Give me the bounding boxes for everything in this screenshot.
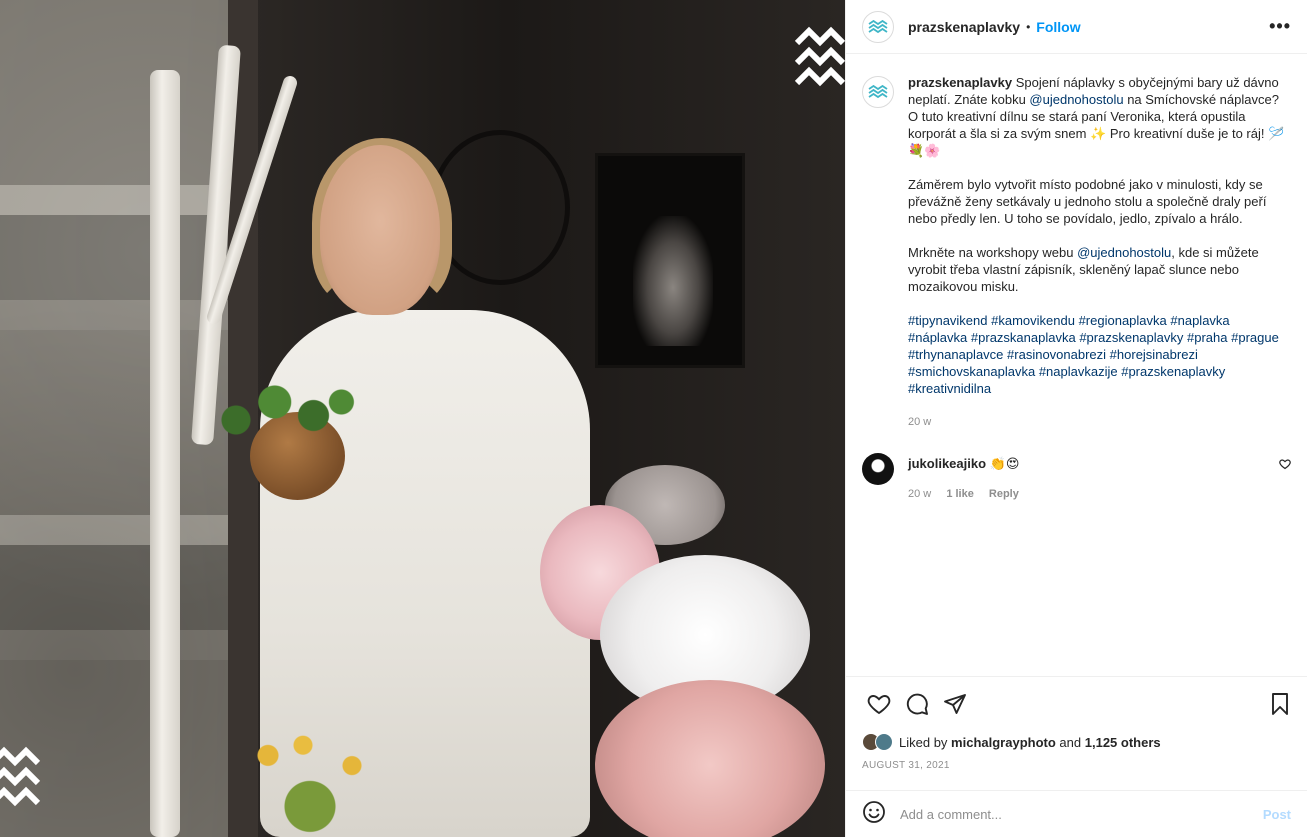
- comment-body: jukolikeajiko 👏😍 20 w 1 like Reply: [908, 453, 1268, 503]
- header-username[interactable]: prazskenaplavky: [908, 19, 1020, 35]
- comment-text: 👏😍: [989, 456, 1020, 471]
- caption-username[interactable]: prazskenaplavky: [908, 75, 1012, 90]
- post-photo[interactable]: [0, 0, 845, 837]
- post-caption: prazskenaplavky Spojení náplavky s obyče…: [908, 74, 1291, 431]
- waves-logo-icon[interactable]: [862, 76, 894, 108]
- hashtag-link[interactable]: #smichovskanaplavka: [908, 364, 1035, 379]
- liker-username[interactable]: michalgrayphoto: [951, 735, 1056, 750]
- caption-text: Mrkněte na workshopy webu: [908, 245, 1078, 260]
- paper-flower: [595, 680, 825, 837]
- liked-prefix: Liked by: [899, 734, 948, 750]
- hashtag-link[interactable]: #prazskanaplavka: [971, 330, 1076, 345]
- mention-link[interactable]: @ujednohostolu: [1029, 92, 1123, 107]
- hashtag-link[interactable]: #prague: [1231, 330, 1279, 345]
- separator-dot: •: [1026, 19, 1031, 34]
- instagram-post: prazskenaplavky • Follow ••• prazskenapl…: [0, 0, 1307, 837]
- liked-conj: and: [1059, 734, 1082, 750]
- follow-button[interactable]: Follow: [1036, 19, 1080, 35]
- post-date[interactable]: AUGUST 31, 2021: [846, 760, 1307, 780]
- hashtag-link[interactable]: #náplavka: [908, 330, 967, 345]
- comment-meta: 20 w 1 like Reply: [908, 486, 1268, 503]
- comment-timestamp[interactable]: 20 w: [908, 488, 931, 500]
- add-comment-bar: Post: [846, 790, 1307, 837]
- post-side-panel: prazskenaplavky • Follow ••• prazskenapl…: [845, 0, 1307, 837]
- hashtag-link[interactable]: #prazskenaplavky: [1121, 364, 1225, 379]
- yellow-flowers: [240, 735, 380, 837]
- birch-branch: [150, 70, 180, 837]
- likes-count[interactable]: 1,125 others: [1085, 735, 1161, 750]
- mention-link[interactable]: @ujednohostolu: [1077, 245, 1171, 260]
- hashtag-link[interactable]: #tipynavikend: [908, 313, 988, 328]
- wave-watermark-icon: [795, 25, 845, 95]
- woman-face: [320, 145, 440, 315]
- liked-by-text: Liked by michalgrayphoto and 1,125 other…: [899, 735, 1161, 750]
- smiley-icon[interactable]: [862, 800, 886, 829]
- liker-avatar[interactable]: [875, 733, 893, 751]
- caption-meta: 20 w: [908, 414, 1291, 431]
- paper-plane-icon[interactable]: [936, 685, 974, 723]
- avatar[interactable]: [862, 453, 894, 485]
- comments-section[interactable]: prazskenaplavky Spojení náplavky s obyče…: [846, 54, 1307, 676]
- comment-likes[interactable]: 1 like: [946, 488, 974, 500]
- hashtag-link[interactable]: #rasinovonabrezi: [1007, 347, 1106, 362]
- hashtag-link[interactable]: #naplavka: [1170, 313, 1229, 328]
- framed-picture: [595, 153, 745, 368]
- comment-username[interactable]: jukolikeajiko: [908, 456, 986, 471]
- hashtag-link[interactable]: #kamovikendu: [991, 313, 1075, 328]
- action-bar: [846, 676, 1307, 730]
- liked-by: Liked by michalgrayphoto and 1,125 other…: [846, 730, 1307, 754]
- heart-icon[interactable]: [860, 685, 898, 723]
- hashtag-link[interactable]: #regionaplavka: [1079, 313, 1167, 328]
- hashtag-link[interactable]: #trhynanaplavce: [908, 347, 1003, 362]
- comment-like-heart-icon[interactable]: [1279, 457, 1291, 475]
- hashtag-link[interactable]: #prazskenaplavky: [1079, 330, 1183, 345]
- caption-row: prazskenaplavky Spojení náplavky s obyče…: [862, 74, 1291, 431]
- hashtag-link[interactable]: #kreativnidilna: [908, 381, 991, 396]
- wave-watermark-icon: [0, 745, 46, 817]
- comment-row: jukolikeajiko 👏😍 20 w 1 like Reply: [862, 453, 1291, 503]
- hashtag-list: #tipynavikend #kamovikendu #regionaplavk…: [908, 312, 1291, 397]
- comment-bubble-icon[interactable]: [898, 685, 936, 723]
- post-header: prazskenaplavky • Follow •••: [846, 0, 1307, 54]
- ellipsis-icon[interactable]: •••: [1269, 16, 1291, 37]
- hashtag-link[interactable]: #naplavkazije: [1039, 364, 1118, 379]
- waves-logo-icon[interactable]: [862, 10, 894, 43]
- bookmark-icon[interactable]: [1261, 685, 1299, 723]
- hashtag-link[interactable]: #praha: [1187, 330, 1227, 345]
- caption-paragraph: Záměrem bylo vytvořit místo podobné jako…: [908, 177, 1267, 226]
- reply-button[interactable]: Reply: [989, 488, 1019, 500]
- hashtag-link[interactable]: #horejsinabrezi: [1110, 347, 1198, 362]
- post-comment-button[interactable]: Post: [1263, 807, 1291, 822]
- caption-timestamp[interactable]: 20 w: [908, 416, 931, 428]
- plant-leaves: [205, 375, 360, 465]
- comment-input[interactable]: [900, 806, 1263, 822]
